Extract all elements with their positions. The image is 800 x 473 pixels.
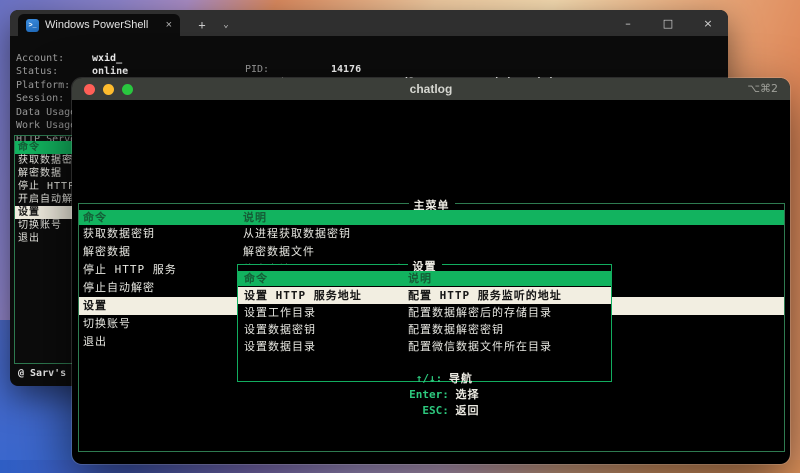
settings-item[interactable]: 设置工作目录 配置数据解密后的存储目录 — [238, 304, 611, 321]
settings-dialog: 设置 命令 说明 设置 HTTP 服务地址 配置 HTTP 服务监听的地址 设置工… — [237, 258, 612, 417]
info-row: Session: — [10, 82, 64, 104]
info-row: Work Usage: — [10, 109, 82, 131]
tab-dropdown-icon[interactable]: ⌄ — [216, 14, 236, 36]
column-command: 命令 — [83, 211, 107, 224]
settings-header: 命令 说明 — [238, 271, 611, 286]
info-row: Data Usage: — [10, 96, 82, 118]
chatlog-titlebar: chatlog ⌥⌘2 — [72, 78, 790, 100]
dialog-key-hints: ↑/↓: 导航 Enter: 选择 ESC: 返回 — [409, 372, 480, 417]
info-label: PID: — [245, 64, 270, 75]
window-shortcut-badge: ⌥⌘2 — [747, 82, 778, 95]
info-row: Data Usage:49.7 GB Data Dir:/Users/sarv/… — [72, 166, 790, 179]
column-description: 说明 — [408, 272, 432, 285]
info-row: HTTP Server: — [10, 123, 88, 145]
info-value: wxid_ — [92, 53, 123, 64]
info-value: 14176 — [331, 64, 362, 75]
info-row: Platform:darwin Version:4.0.3.80 — [72, 137, 790, 150]
window-controls: – □ × — [608, 10, 728, 36]
info-row: Work Usage:2.2 GB Work Dir:/Users/sarv/D… — [72, 180, 790, 193]
info-row: Account:wxuser_8a7b PID:2454 — [72, 108, 790, 121]
close-button[interactable]: × — [688, 10, 728, 36]
main-menu-header: 命令 说明 — [79, 210, 784, 225]
settings-item[interactable]: 设置数据密钥 配置数据解密密钥 — [238, 321, 611, 338]
column-description: 说明 — [243, 211, 267, 224]
info-row: Account: wxid_ PID: 14176 — [10, 42, 361, 75]
menu-item[interactable]: 获取数据密钥 从进程获取数据密钥 — [79, 225, 784, 243]
settings-item[interactable]: 设置数据目录 配置微信数据文件所在目录 — [238, 338, 611, 355]
window-title: chatlog — [409, 82, 453, 96]
info-row: Status:online ExePath:C:\Program Files\T… — [10, 55, 584, 88]
powershell-tab-title: Windows PowerShell — [45, 19, 149, 31]
powershell-titlebar: >_ Windows PowerShell × + ⌄ – □ × — [10, 10, 728, 36]
info-row: Session:2025-04-16 16:53:00 Data Key:c01… — [72, 151, 790, 164]
info-row: Platform:windows Version:4.0.3.36 — [10, 69, 379, 102]
column-command: 命令 — [244, 272, 268, 285]
powershell-status-text: @ Sarv's — [18, 368, 67, 379]
chatlog-window: chatlog ⌥⌘2 Account:wxuser_8a7b PID:2454… — [71, 77, 791, 465]
info-value: online — [92, 66, 129, 77]
tab-close-icon[interactable]: × — [166, 19, 172, 31]
powershell-icon: >_ — [26, 18, 39, 32]
powershell-tab[interactable]: >_ Windows PowerShell × — [18, 14, 180, 36]
new-tab-button[interactable]: + — [192, 14, 212, 36]
status-bar: @ Sarv's Chatlog v0.0.11 ↑/↓: 导航 ←/→: 切换… — [72, 453, 790, 464]
maximize-button[interactable]: □ — [648, 10, 688, 36]
info-row: Status:online ExePath:/Applications/WeCh… — [72, 122, 790, 135]
chatlog-content: Account:wxuser_8a7b PID:2454 Status:onli… — [72, 100, 790, 464]
settings-item-selected[interactable]: 设置 HTTP 服务地址 配置 HTTP 服务监听的地址 — [238, 287, 611, 304]
minimize-button[interactable]: – — [608, 10, 648, 36]
